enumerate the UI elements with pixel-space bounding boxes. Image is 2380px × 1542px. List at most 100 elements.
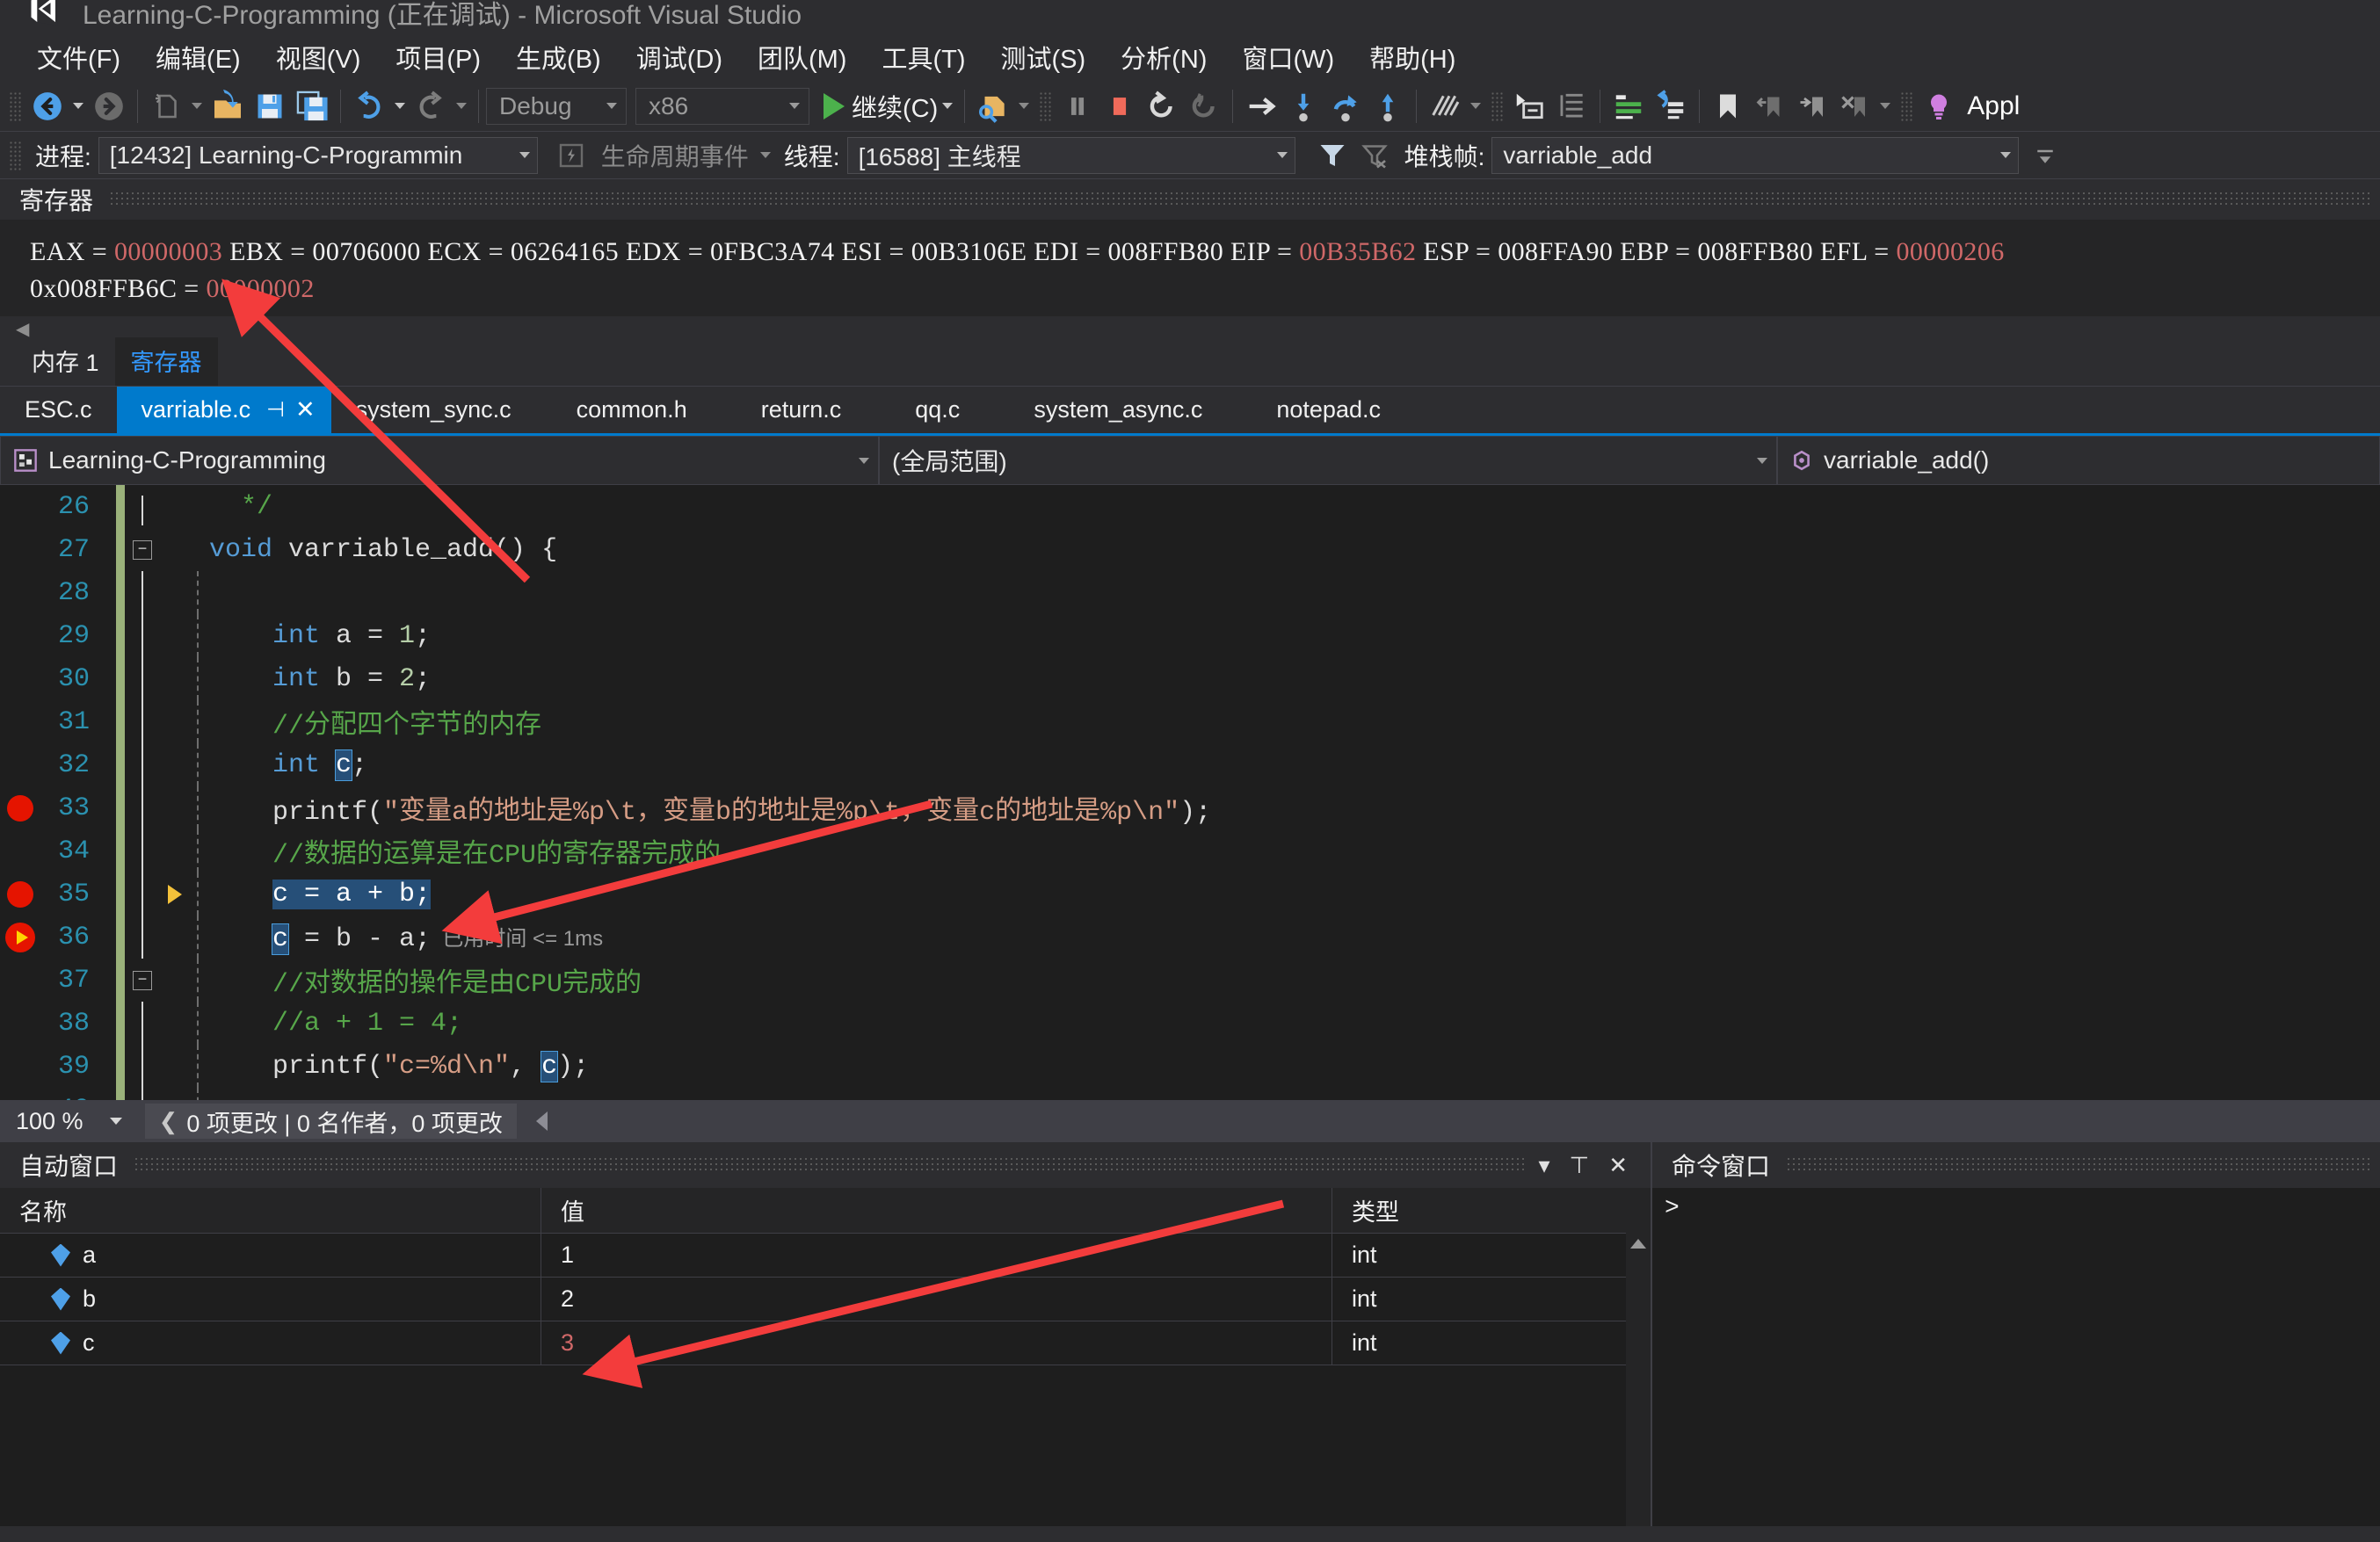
bookmarks-caret[interactable] (1876, 85, 1895, 127)
redo-icon[interactable] (410, 85, 452, 127)
menu-team[interactable]: 团队(M) (740, 35, 864, 79)
code-editor[interactable]: 26 */ 27 − void varriable_add() {28 29 int a =… (0, 485, 2380, 1100)
code-text[interactable]: void varriable_add() { (190, 535, 557, 565)
column-header-type[interactable]: 类型 (1332, 1188, 1651, 1233)
status-collapse-icon[interactable] (535, 1111, 548, 1131)
tab-registers[interactable]: 寄存器 (114, 337, 218, 386)
current-statement-breakpoint-icon[interactable] (0, 922, 40, 952)
tab-memory-1[interactable]: 内存 1 (16, 337, 115, 386)
table-row[interactable]: b 2 int (0, 1278, 1651, 1321)
code-text[interactable]: */ (190, 492, 272, 522)
editor-tab-return[interactable]: return.c (712, 387, 867, 433)
registers-content[interactable]: EAX = 00000003 EBX = 00706000 ECX = 0626… (0, 220, 2380, 316)
close-icon[interactable]: ✕ (295, 396, 316, 424)
zoom-chevron-down-icon[interactable] (110, 1118, 122, 1125)
code-text[interactable]: //数据的运算是在CPU的寄存器完成的 (190, 831, 721, 871)
scroll-up-icon[interactable] (1630, 1239, 1646, 1249)
ctxbar-grip[interactable] (9, 140, 21, 170)
outlining-caret[interactable] (1466, 85, 1485, 127)
code-line[interactable]: 33 printf("变量a的地址是%p\t，变量b的地址是%p\t，变量c的地址… (0, 786, 2380, 829)
chevron-down-icon[interactable] (1986, 152, 2011, 158)
attach-caret[interactable] (1014, 85, 1034, 127)
continue-button[interactable]: 继续(C) (824, 88, 938, 125)
editor-tab-common-h[interactable]: common.h (536, 387, 712, 433)
close-icon[interactable]: ✕ (1608, 1152, 1628, 1179)
breakpoint-icon[interactable] (0, 880, 40, 908)
collapse-region-icon[interactable]: − (125, 539, 160, 560)
editor-tab-qq[interactable]: qq.c (866, 387, 984, 433)
clear-bookmarks-icon[interactable] (1833, 85, 1876, 127)
save-all-icon[interactable] (291, 85, 333, 127)
next-bookmark-icon[interactable] (1791, 85, 1833, 127)
funnel-icon[interactable] (1311, 134, 1353, 177)
show-next-statement-icon[interactable] (1240, 85, 1282, 127)
hot-reload-icon[interactable] (1183, 85, 1225, 127)
code-line[interactable]: 27 − void varriable_add() { (0, 528, 2380, 571)
toggle-outlining-icon[interactable] (1424, 85, 1466, 127)
code-text[interactable]: //对数据的操作是由CPU完成的 (190, 960, 642, 1000)
chevron-down-icon[interactable] (505, 152, 530, 158)
chevron-down-icon[interactable] (772, 103, 800, 109)
solution-configuration-combo[interactable]: Debug (486, 87, 627, 125)
pause-icon[interactable] (1056, 85, 1099, 127)
menu-edit[interactable]: 编辑(E) (138, 35, 258, 79)
command-window-input[interactable]: > (1652, 1188, 2380, 1526)
breakpoint-icon[interactable] (0, 794, 40, 822)
navigate-back-icon[interactable] (26, 85, 69, 127)
code-line[interactable]: 30 int b = 2; (0, 657, 2380, 700)
code-text[interactable]: int b = 2; (190, 664, 431, 694)
undo-icon[interactable] (348, 85, 390, 127)
table-row[interactable]: a 1 int (0, 1234, 1651, 1278)
git-changes-indicator[interactable]: ❮ 0 项更改 | 0 名作者，0 项更改 (144, 1104, 517, 1139)
step-out-icon[interactable] (1367, 85, 1409, 127)
thread-combo[interactable]: [16588] 主线程 (846, 136, 1295, 174)
minus-icon[interactable]: − (133, 539, 152, 560)
comment-icon[interactable] (1607, 85, 1650, 127)
minus-icon[interactable]: − (133, 970, 152, 990)
table-row[interactable]: c 3 int (0, 1321, 1651, 1365)
code-text[interactable]: c = b - a; 已用时间 <= 1ms (190, 921, 603, 955)
nav-member-combo[interactable]: varriable_add() (1777, 436, 2380, 485)
open-file-icon[interactable] (207, 85, 249, 127)
menu-file[interactable]: 文件(F) (19, 35, 138, 79)
autos-row-name[interactable]: b (0, 1278, 541, 1321)
process-combo[interactable]: [12432] Learning-C-Programmin (98, 136, 538, 174)
stackframe-combo[interactable]: varriable_add (1491, 136, 2020, 174)
code-line[interactable]: 37 − //对数据的操作是由CPU完成的 (0, 959, 2380, 1002)
editor-tab-system-async[interactable]: system_async.c (984, 387, 1227, 433)
code-line[interactable]: 31 //分配四个字节的内存 (0, 700, 2380, 743)
chevron-down-icon[interactable] (845, 458, 869, 464)
redo-caret[interactable] (452, 85, 471, 127)
nav-scope-combo[interactable]: (全局范围) (879, 436, 1777, 485)
zoom-level[interactable]: 100 % (16, 1108, 83, 1135)
lifecycle-event-icon[interactable] (550, 134, 592, 177)
editor-tab-system-sync[interactable]: system_sync.c (331, 387, 536, 433)
lifecycle-caret[interactable] (756, 134, 775, 177)
menu-view[interactable]: 视图(V) (258, 35, 379, 79)
menu-build[interactable]: 生成(B) (498, 35, 619, 79)
toolbar-grip-3[interactable] (1491, 90, 1504, 121)
uncomment-icon[interactable] (1650, 85, 1692, 127)
attach-process-icon[interactable] (972, 85, 1014, 127)
code-line[interactable]: 32 int c; (0, 743, 2380, 786)
code-line[interactable]: 29 int a = 1; (0, 614, 2380, 657)
menu-window[interactable]: 窗口(W) (1224, 35, 1352, 79)
code-line[interactable]: 36 c = b - a; 已用时间 <= 1ms (0, 916, 2380, 959)
step-into-icon[interactable] (1282, 85, 1324, 127)
funnel-clear-icon[interactable] (1353, 134, 1396, 177)
menu-debug[interactable]: 调试(D) (619, 35, 740, 79)
code-text[interactable]: int c; (190, 749, 367, 781)
step-over-icon[interactable] (1324, 85, 1367, 127)
code-text[interactable]: int a = 1; (190, 621, 431, 651)
toolbar-overflow-icon[interactable] (2024, 134, 2066, 177)
navigate-back-caret[interactable] (69, 85, 88, 127)
toolbar-grip-2[interactable] (1039, 90, 1052, 121)
code-line[interactable]: 40 (0, 1088, 2380, 1100)
new-item-icon[interactable] (145, 85, 187, 127)
stop-icon[interactable] (1099, 85, 1141, 127)
code-line[interactable]: 38 //a + 1 = 4; (0, 1002, 2380, 1045)
code-line[interactable]: 34 //数据的运算是在CPU的寄存器完成的 (0, 829, 2380, 872)
bookmark-icon[interactable] (1707, 85, 1749, 127)
autos-row-value[interactable]: 3 (541, 1321, 1332, 1365)
toolbar-grip-4[interactable] (1900, 90, 1913, 121)
